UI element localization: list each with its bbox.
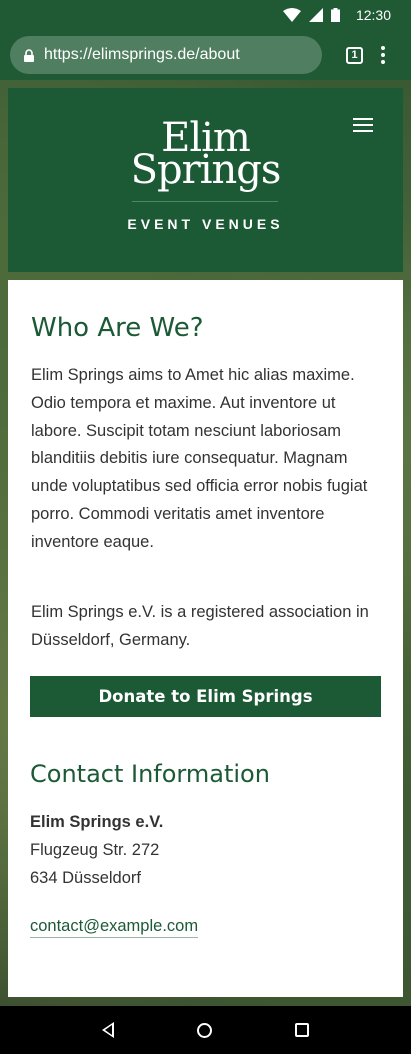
lock-icon [24,48,34,62]
donate-button[interactable]: Donate to Elim Springs [30,676,381,717]
site-header: Elim Springs EVENT VENUES [8,88,403,272]
logo-line2: Springs [130,147,282,193]
url-field[interactable]: https://elimsprings.de/about [10,36,322,74]
back-icon[interactable] [101,1022,114,1038]
system-nav-bar [0,1006,411,1054]
hamburger-menu-icon[interactable] [353,118,373,132]
wifi-icon [282,8,301,22]
cellular-signal-icon [308,8,323,22]
status-bar: 12:30 [0,0,411,30]
contact-email-link[interactable]: contact@example.com [30,917,199,938]
about-title: Who Are We? [31,313,204,343]
url-text: https://elimsprings.de/about [44,46,240,63]
about-paragraph-2: Elim Springs e.V. is a registered associ… [31,603,369,649]
contact-title: Contact Information [30,760,270,788]
home-icon[interactable] [196,1022,212,1038]
tab-switcher-button[interactable]: 1 [346,46,363,64]
about-paragraph-1: Elim Springs aims to Amet hic alias maxi… [31,366,368,551]
contact-org-name: Elim Springs e.V. [30,813,164,831]
logo-subtitle: EVENT VENUES [127,216,284,232]
recent-apps-icon[interactable] [295,1023,310,1037]
browser-menu-icon[interactable] [381,46,385,64]
status-time: 12:30 [355,7,391,23]
contact-address-line2: 634 Düsseldorf [30,869,141,887]
site-logo[interactable]: Elim Springs [8,118,403,193]
content-card: Who Are We? Elim Springs aims to Amet hi… [8,280,403,997]
logo-divider [132,201,278,202]
browser-toolbar: https://elimsprings.de/about 1 [0,30,411,80]
battery-icon [330,8,340,22]
contact-address-line1: Flugzeug Str. 272 [30,841,160,859]
